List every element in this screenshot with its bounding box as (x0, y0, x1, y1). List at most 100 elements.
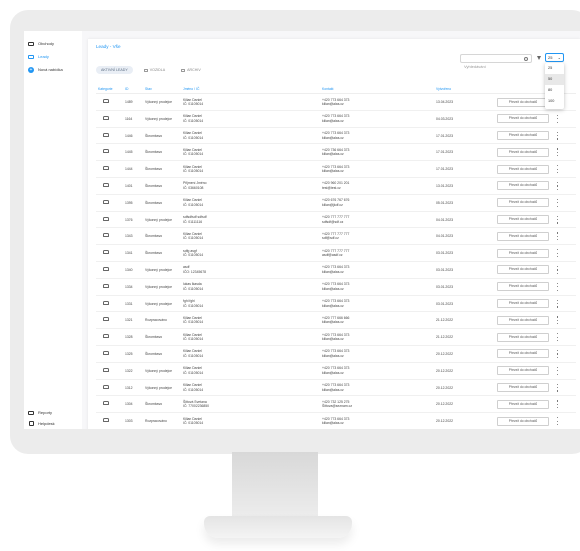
take-over-button[interactable]: Převzít do obchodů (497, 349, 549, 359)
sidebar-item-leady[interactable]: Leady (28, 51, 80, 62)
more-vert-icon[interactable] (557, 366, 559, 375)
table-row[interactable]: 1489 Výkonný prodejce Kilian Daniel IČ: … (96, 94, 576, 111)
per-page-option[interactable]: 50 (545, 74, 564, 85)
take-over-button[interactable]: Převzít do obchodů (497, 248, 549, 258)
sidebar-item-helpdesk[interactable]: Helpdesk (28, 418, 80, 429)
table-row[interactable]: 1340 Výkonný prodejce asdf IČO: 12345678… (96, 262, 576, 279)
per-page-select[interactable]: 25 ⌄ (545, 53, 564, 62)
more-vert-icon[interactable] (557, 400, 559, 409)
column-header-id[interactable]: ID (125, 87, 128, 91)
more-vert-icon[interactable] (557, 349, 559, 358)
take-over-button[interactable]: Převzít do obchodů (497, 315, 549, 325)
table-row[interactable]: 1444 Škrombavo Kilian Daniel IČ: 0110501… (96, 161, 576, 178)
table-row[interactable]: 1343 Škrombavo Kilian Daniel IČ: 0110501… (96, 228, 576, 246)
search-icon[interactable] (524, 57, 528, 61)
more-vert-icon[interactable] (557, 265, 559, 274)
table-row[interactable]: 1304 Škrombavo Šittová Svetana IČ: 77002… (96, 396, 576, 414)
take-over-button[interactable]: Převzít do obchodů (497, 231, 549, 241)
take-over-button[interactable]: Převzít do obchodů (497, 399, 549, 409)
take-over-button[interactable]: Převzít do obchodů (497, 181, 549, 191)
more-vert-icon[interactable] (557, 148, 559, 157)
more-vert-icon[interactable] (557, 165, 559, 174)
take-over-button[interactable]: Převzít do obchodů (497, 332, 549, 342)
lead-id: 1445 (125, 150, 133, 155)
take-over-button[interactable]: Převzít do obchodů (497, 215, 549, 225)
table-row[interactable]: 1164 Výkonný prodejce Kilian Daniel IČ: … (96, 111, 576, 128)
table-row[interactable]: 1325 Škrombavo Kilian Daniel IČ: 0110501… (96, 346, 576, 363)
table-row[interactable]: 1312 Výkonný prodejce Kilian Daniel IČ: … (96, 380, 576, 397)
lead-email: sdf@sdf.cz (322, 236, 339, 241)
more-vert-icon[interactable] (557, 215, 559, 224)
tab-vozidla[interactable]: Vozidla (139, 66, 170, 74)
more-vert-icon[interactable] (557, 333, 559, 342)
lead-created-date: 21.12.2022 (436, 335, 453, 340)
chevron-down-icon: ⌄ (557, 55, 561, 60)
column-header-jmeno[interactable]: Jméno / IČ (183, 87, 199, 91)
more-vert-icon[interactable] (557, 299, 559, 308)
table-row[interactable]: 1303 Rozpracováno Kilian Daniel IČ: 0110… (96, 413, 576, 429)
lead-name: fghi fghi (183, 299, 195, 304)
take-over-button[interactable]: Převzít do obchodů (497, 265, 549, 275)
take-over-button[interactable]: Převzít do obchodů (497, 114, 549, 124)
table-row[interactable]: 1446 Škrombavo Kilian Daniel IČ: 0110501… (96, 128, 576, 145)
more-vert-icon[interactable] (557, 198, 559, 207)
more-vert-icon[interactable] (557, 417, 559, 426)
more-vert-icon[interactable] (557, 114, 559, 123)
search-input[interactable] (461, 63, 523, 70)
table-row[interactable]: 1445 Škrombavo Kilian Daniel IČ: 0110501… (96, 144, 576, 162)
more-vert-icon[interactable] (557, 282, 559, 291)
table-row[interactable]: 1401 Škrombavo Přijmení Jméno IČ: 036601… (96, 178, 576, 195)
tab-archiv[interactable]: Archiv (176, 66, 206, 74)
per-page-value: 25 (548, 55, 553, 60)
sidebar-item-obchody[interactable]: Obchody (28, 38, 80, 49)
lead-email: kilian@jkdf.cz (322, 202, 343, 207)
car-icon (103, 250, 109, 255)
filter-icon[interactable] (537, 56, 542, 61)
tab-aktivni-leady[interactable]: Aktivní leady (96, 66, 133, 74)
lead-name-block: lukas lkasda IČ: 01105014 (183, 282, 203, 291)
lead-id: 1343 (125, 234, 133, 239)
take-over-button[interactable]: Převzít do obchodů (497, 147, 549, 157)
take-over-button[interactable]: Převzít do obchodů (497, 299, 549, 309)
per-page-option[interactable]: 100 (545, 96, 564, 107)
per-page-option[interactable]: 25 (545, 63, 564, 74)
table-row[interactable]: 1341 Škrombavo sdfg asgf IČ: 01105014 +4… (96, 245, 576, 262)
take-over-button[interactable]: Převzít do obchodů (497, 366, 549, 376)
more-vert-icon[interactable] (557, 249, 559, 258)
sidebar-item-reporty[interactable]: Reporty (28, 407, 80, 418)
take-over-button[interactable]: Převzít do obchodů (497, 282, 549, 292)
sidebar: Obchody Leady + Nová nabídka Reporty Hel… (24, 31, 82, 429)
take-over-button[interactable]: Převzít do obchodů (497, 97, 549, 107)
table-row[interactable]: 1331 Výkonný prodejce fghi fghi IČ: 0110… (96, 296, 576, 313)
lead-created-date: 21.12.2022 (436, 318, 453, 323)
column-header-stav[interactable]: Stav (145, 87, 152, 91)
per-page-option[interactable]: 80 (545, 85, 564, 96)
take-over-button[interactable]: Převzít do obchodů (497, 198, 549, 208)
table-row[interactable]: 1328 Škrombavo Kilian Daniel IČ: 0110501… (96, 329, 576, 346)
take-over-button[interactable]: Převzít do obchodů (497, 383, 549, 393)
search-box (460, 54, 532, 70)
column-header-kategorie[interactable]: Kategorie (98, 87, 113, 91)
table-row[interactable]: 1395 Škrombavo Kilian Daniel IČ: 0110501… (96, 195, 576, 212)
table-row[interactable]: 1376 Výkonný prodejce sdfsdfsdf sdfsdf I… (96, 212, 576, 229)
take-over-button[interactable]: Převzít do obchodů (497, 164, 549, 174)
table-row[interactable]: 1322 Výkonný prodejce Kilian Daniel IČ: … (96, 363, 576, 380)
more-vert-icon[interactable] (557, 181, 559, 190)
table-row[interactable]: 1321 Rozpracováno Kilian Daniel IČ: 0110… (96, 312, 576, 330)
more-vert-icon[interactable] (557, 316, 559, 325)
table-row[interactable]: 1334 Výkonný prodejce lukas lkasda IČ: 0… (96, 279, 576, 296)
column-header-kontakt[interactable]: Kontakt (322, 87, 334, 91)
take-over-button[interactable]: Převzít do obchodů (497, 416, 549, 426)
main-panel: Leady - Vše 25 ⌄ 25 50 80 100 Aktivní le… (88, 39, 580, 429)
lead-ic: IČ: 01105014 (183, 202, 204, 207)
more-vert-icon[interactable] (557, 232, 559, 241)
column-header-vytvoreno[interactable]: Vytvořeno (436, 87, 451, 91)
more-vert-icon[interactable] (557, 131, 559, 140)
lead-name-block: Kilian Daniel IČ: 01105014 (183, 383, 203, 392)
car-icon (103, 334, 109, 339)
take-over-button[interactable]: Převzít do obchodů (497, 131, 549, 141)
more-vert-icon[interactable] (557, 383, 559, 392)
sidebar-item-nova-nabidka[interactable]: + Nová nabídka (28, 64, 80, 75)
sidebar-item-label: Reporty (38, 410, 53, 415)
lead-id: 1164 (125, 116, 133, 121)
